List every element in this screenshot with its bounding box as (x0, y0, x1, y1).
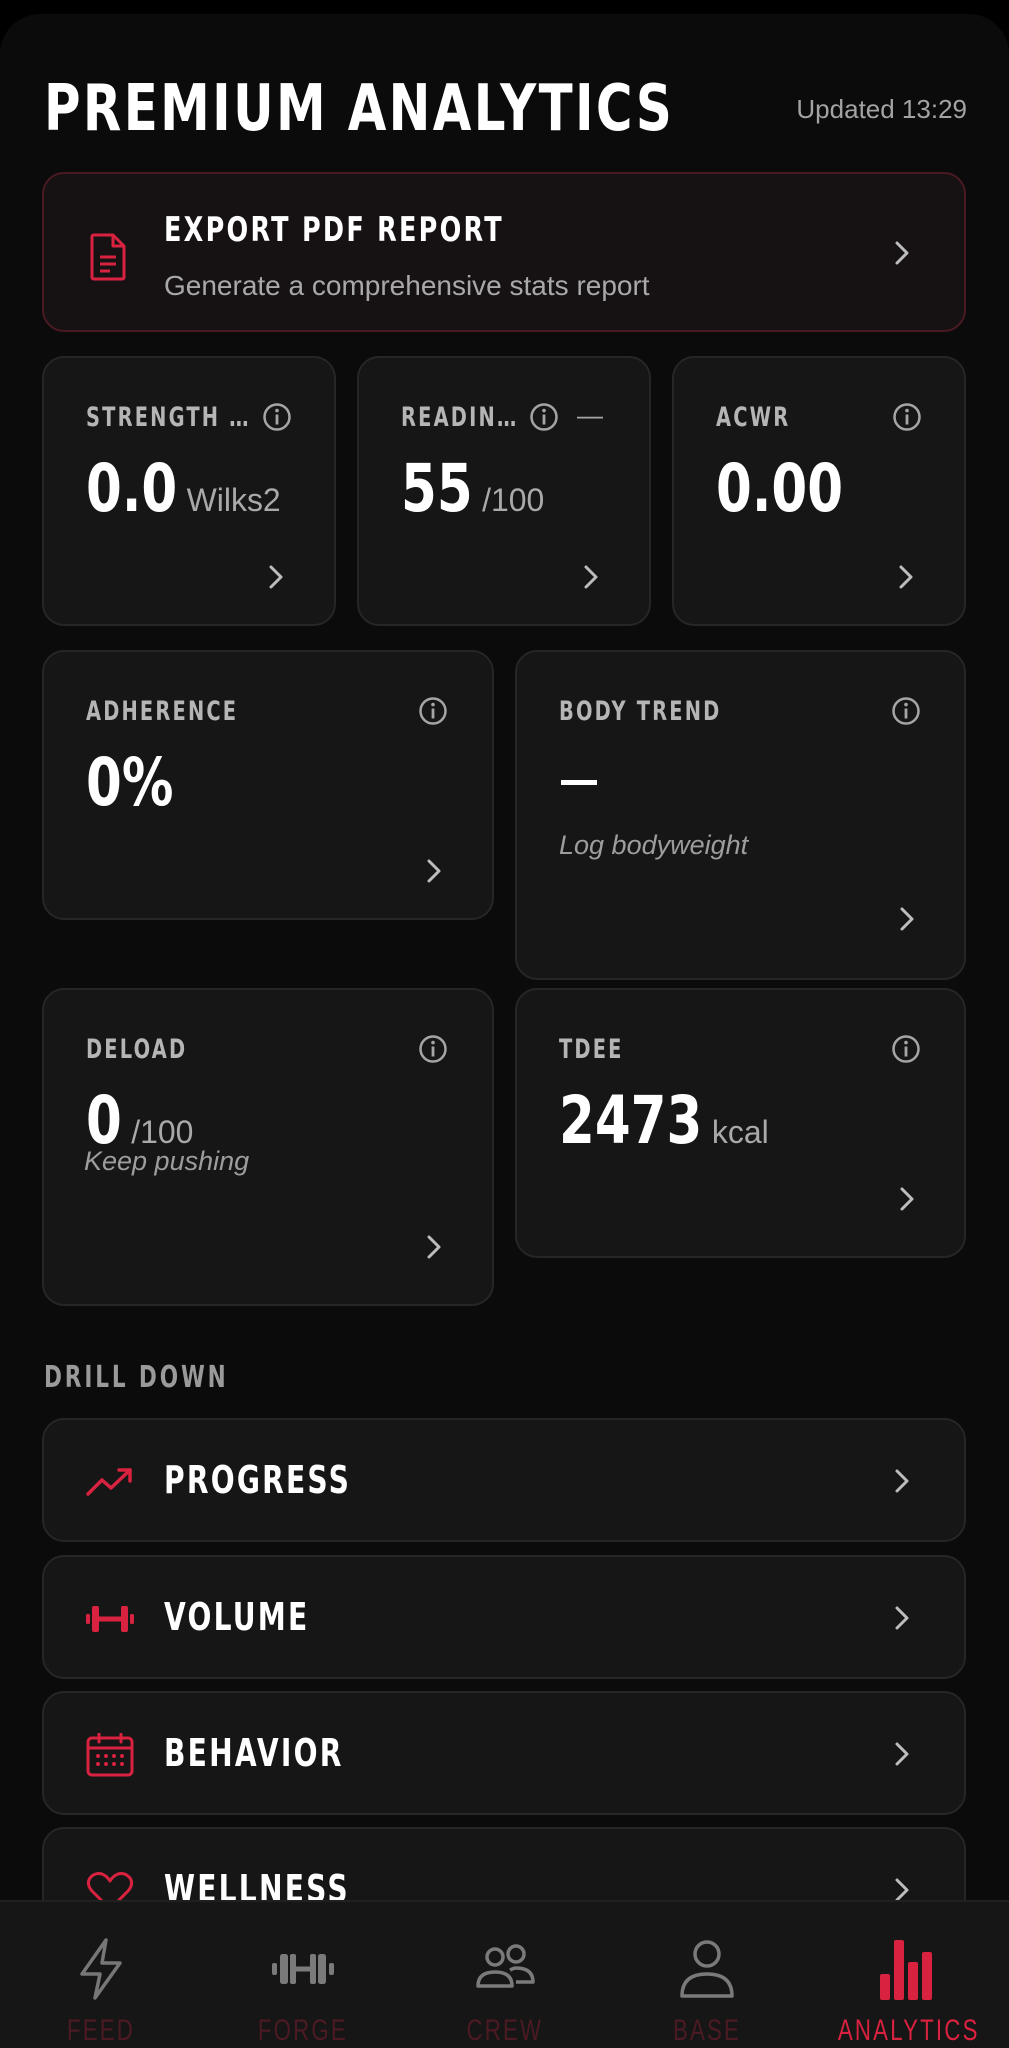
nav-base-label: BASE (672, 2014, 742, 2047)
info-icon (419, 1035, 447, 1063)
bolt-icon (80, 1938, 122, 2000)
analytics-screen: PREMIUM ANALYTICS Updated 13:29 EXPORT P… (0, 14, 1009, 2048)
tdee-label: TDEE (559, 1034, 624, 1065)
body-trend-note: Log bodyweight (559, 830, 749, 860)
readiness-label: READIN… (401, 402, 519, 433)
bar-chart-icon (880, 1940, 932, 2000)
chevron-right-icon (894, 1605, 910, 1631)
dumbbell-icon (86, 1606, 134, 1632)
dumbbell-icon (272, 1954, 334, 1984)
nav-analytics-label: ANALYTICS (838, 2014, 980, 2047)
readiness-trend: — (577, 400, 603, 430)
bottom-nav: FEED FORGE CREW BASE ANALYTICS (0, 1900, 1009, 2048)
person-icon (680, 1940, 734, 1998)
drill-progress-label: PROGRESS (164, 1458, 352, 1502)
nav-crew-label: CREW (466, 2014, 544, 2047)
nav-analytics[interactable]: ANALYTICS (808, 1902, 1009, 2048)
chevron-right-icon (426, 1234, 442, 1260)
nav-feed[interactable]: FEED (0, 1902, 202, 2048)
chevron-right-icon (894, 240, 910, 266)
nav-crew[interactable]: CREW (404, 1902, 606, 2048)
drill-down-heading: DRILL DOWN (44, 1360, 229, 1395)
people-icon (476, 1944, 535, 1988)
calendar-icon (86, 1733, 134, 1777)
adherence-label: ADHERENCE (86, 696, 239, 727)
trending-up-icon (86, 1468, 132, 1496)
nav-base[interactable]: BASE (606, 1902, 808, 2048)
page-title: PREMIUM ANALYTICS (44, 72, 675, 146)
tdee-unit: kcal (711, 1114, 769, 1150)
chevron-right-icon (894, 1741, 910, 1767)
chevron-right-icon (268, 564, 284, 590)
drill-behavior-button[interactable]: BEHAVIOR (42, 1691, 966, 1815)
chevron-right-icon (894, 1468, 910, 1494)
export-title: EXPORT PDF REPORT (164, 210, 504, 250)
chevron-right-icon (583, 564, 599, 590)
drill-volume-button[interactable]: VOLUME (42, 1555, 966, 1679)
nav-feed-label: FEED (66, 2014, 136, 2047)
strength-value: 0.0 Wilks2 (86, 450, 281, 527)
info-icon (419, 697, 447, 725)
nav-forge-label: FORGE (257, 2014, 349, 2047)
acwr-label: ACWR (716, 402, 791, 433)
readiness-unit: /100 (482, 482, 545, 518)
info-icon (893, 403, 921, 431)
drill-volume-label: VOLUME (164, 1595, 310, 1639)
body-trend-label: BODY TREND (559, 696, 722, 727)
deload-label: DELOAD (86, 1034, 188, 1065)
info-icon (530, 403, 558, 431)
acwr-value: 0.00 (716, 450, 844, 527)
chevron-right-icon (898, 564, 914, 590)
document-icon (90, 233, 126, 281)
strength-card[interactable]: STRENGTH … 0.0 Wilks2 (42, 356, 336, 626)
chevron-right-icon (426, 858, 442, 884)
updated-timestamp: Updated 13:29 (796, 94, 967, 124)
info-icon (263, 403, 291, 431)
drill-behavior-label: BEHAVIOR (164, 1731, 344, 1775)
acwr-card[interactable]: ACWR 0.00 (672, 356, 966, 626)
export-pdf-report-button[interactable]: EXPORT PDF REPORT Generate a comprehensi… (42, 172, 966, 332)
tdee-card[interactable]: TDEE 2473 kcal (515, 988, 966, 1258)
info-icon (892, 1035, 920, 1063)
adherence-card[interactable]: ADHERENCE 0% (42, 650, 494, 920)
chevron-right-icon (899, 906, 915, 932)
drill-progress-button[interactable]: PROGRESS (42, 1418, 966, 1542)
tdee-value: 2473 kcal (559, 1082, 769, 1159)
strength-label: STRENGTH … (86, 402, 251, 433)
deload-note: Keep pushing (84, 1146, 250, 1176)
adherence-value: 0% (86, 744, 174, 821)
info-icon (892, 697, 920, 725)
empty-value-dash (561, 780, 597, 785)
strength-unit: Wilks2 (186, 482, 281, 518)
deload-card[interactable]: DELOAD 0/100 Keep pushing (42, 988, 494, 1306)
nav-forge[interactable]: FORGE (202, 1902, 404, 2048)
export-subtitle: Generate a comprehensive stats report (164, 270, 650, 301)
header: PREMIUM ANALYTICS Updated 13:29 (44, 62, 967, 152)
chevron-right-icon (899, 1186, 915, 1212)
body-trend-card[interactable]: BODY TREND Log bodyweight (515, 650, 966, 980)
readiness-card[interactable]: READIN… — 55/100 (357, 356, 651, 626)
readiness-value: 55/100 (401, 450, 545, 527)
